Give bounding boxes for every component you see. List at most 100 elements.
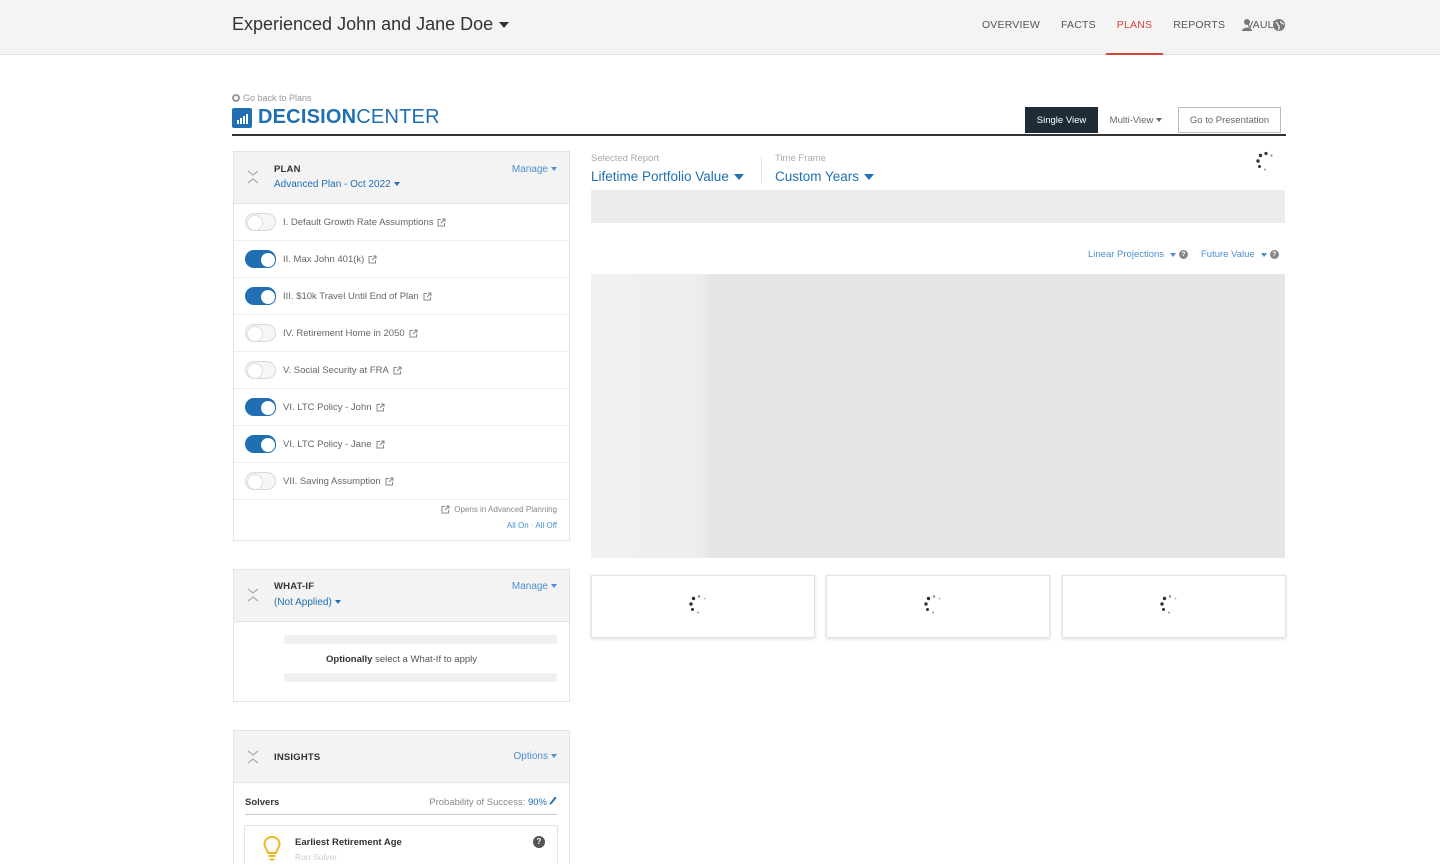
lightbulb-icon	[263, 836, 281, 861]
back-icon	[232, 94, 240, 102]
whatif-hint-rest: select a What-If to apply	[372, 654, 477, 665]
insights-panel-header: INSIGHTS Options	[234, 731, 569, 783]
scenario-link[interactable]: VI. LTC Policy - Jane	[283, 439, 385, 450]
plan-label: PLAN	[274, 164, 301, 175]
whatif-hint: Optionally select a What-If to apply	[234, 654, 569, 665]
go-to-presentation-button[interactable]: Go to Presentation	[1178, 107, 1281, 133]
external-link-icon	[385, 477, 394, 485]
loading-spinner-icon	[1160, 595, 1177, 614]
plan-panel-footer: Opens in Advanced Planning All On · All …	[234, 500, 569, 537]
chart-loading-skeleton	[591, 274, 1285, 558]
help-icon[interactable]: ?	[1269, 250, 1279, 259]
scenario-link[interactable]: II. Max John 401(k)	[283, 254, 377, 265]
nav-reports[interactable]: REPORTS	[1163, 0, 1236, 55]
summary-card	[826, 575, 1050, 638]
scenario-toggle[interactable]	[245, 472, 276, 490]
external-link-icon	[376, 440, 385, 448]
solver-title: Earliest Retirement Age	[295, 837, 402, 848]
collapse-chevron-icon[interactable]	[246, 746, 260, 768]
summary-card	[591, 575, 815, 638]
insights-options-dropdown[interactable]: Options	[514, 751, 557, 762]
scenario-link[interactable]: III. $10k Travel Until End of Plan	[283, 291, 432, 302]
scenario-toggle[interactable]	[245, 435, 276, 453]
scenario-list: I. Default Growth Rate Assumptions II. Ma…	[234, 204, 569, 500]
manage-label: Manage	[511, 581, 548, 592]
multi-view-dropdown[interactable]: Multi-View	[1100, 107, 1172, 133]
scenario-label: V. Social Security at FRA	[283, 364, 389, 376]
whatif-status: (Not Applied)	[274, 597, 332, 608]
all-separator: ·	[530, 521, 534, 530]
back-link-label: Go back to Plans	[243, 93, 312, 103]
scenario-toggle[interactable]	[245, 213, 276, 231]
scenario-toggle[interactable]	[245, 287, 276, 305]
chevron-down-icon	[864, 173, 875, 180]
selected-report-dropdown[interactable]: Lifetime Portfolio Value	[591, 169, 744, 184]
probability-of-success: Probability of Success: 90%	[429, 797, 547, 808]
title-bold: DECISION	[258, 106, 357, 128]
external-link-icon	[437, 218, 446, 226]
chevron-down-icon	[499, 21, 510, 28]
all-on-link[interactable]: All On	[507, 521, 529, 530]
scenario-toggle[interactable]	[245, 250, 276, 268]
scenario-label: III. $10k Travel Until End of Plan	[283, 290, 419, 302]
scenario-link[interactable]: I. Default Growth Rate Assumptions	[283, 217, 446, 228]
globe-icon[interactable]	[1272, 18, 1286, 32]
client-name: Experienced John and Jane Doe	[232, 14, 494, 34]
linear-projections-dropdown[interactable]: Linear Projections ?	[1088, 249, 1189, 260]
whatif-panel: WHAT-IF (Not Applied) Manage Optionally …	[233, 569, 570, 702]
scenario-link[interactable]: VII. Saving Assumption	[283, 476, 394, 487]
client-name-dropdown[interactable]: Experienced John and Jane Doe	[232, 14, 510, 35]
whatif-hint-bold: Optionally	[326, 654, 373, 665]
back-to-plans-link[interactable]: Go back to Plans	[232, 93, 312, 103]
all-off-link[interactable]: All Off	[535, 521, 557, 530]
plan-name-dropdown[interactable]: Advanced Plan - Oct 2022	[274, 179, 400, 190]
user-icon[interactable]	[1240, 18, 1254, 32]
nav-facts[interactable]: FACTS	[1050, 0, 1106, 55]
solver-card-earliest-retirement[interactable]: Earliest Retirement Age Run Solver ?	[244, 825, 558, 864]
summary-card	[1062, 575, 1286, 638]
future-value-dropdown[interactable]: Future Value ?	[1201, 249, 1279, 260]
nav-plans[interactable]: PLANS	[1106, 0, 1164, 55]
collapse-chevron-icon[interactable]	[246, 166, 260, 188]
scenario-toggle[interactable]	[245, 398, 276, 416]
scenario-link[interactable]: VI. LTC Policy - John	[283, 402, 385, 413]
whatif-manage-dropdown[interactable]: Manage	[512, 581, 557, 592]
scenario-toggle[interactable]	[245, 361, 276, 379]
help-icon[interactable]: ?	[533, 836, 545, 848]
external-link-icon	[376, 403, 385, 411]
collapse-chevron-icon[interactable]	[246, 584, 260, 606]
plan-panel: PLAN Advanced Plan - Oct 2022 Manage I. …	[233, 151, 570, 541]
solvers-label: Solvers	[245, 797, 280, 808]
scenario-row: VI. LTC Policy - Jane	[234, 426, 569, 463]
loading-spinner-icon	[689, 595, 706, 614]
plan-manage-dropdown[interactable]: Manage	[512, 164, 557, 175]
whatif-status-dropdown[interactable]: (Not Applied)	[274, 597, 341, 608]
multi-view-label: Multi-View	[1109, 114, 1154, 126]
scenario-row: IV. Retirement Home in 2050	[234, 315, 569, 352]
scenario-link[interactable]: IV. Retirement Home in 2050	[283, 328, 418, 339]
chevron-down-icon	[551, 167, 557, 172]
opens-note-text: Opens in Advanced Planning	[454, 505, 557, 514]
selected-report-value: Lifetime Portfolio Value	[591, 169, 729, 184]
opens-note: Opens in Advanced Planning	[441, 505, 557, 514]
loading-spinner-icon	[1256, 151, 1273, 171]
decision-center-title: DECISIONCENTER	[232, 106, 440, 129]
scenario-label: VI. LTC Policy - John	[283, 401, 372, 413]
nav-overview[interactable]: OVERVIEW	[971, 0, 1050, 55]
scenario-link[interactable]: V. Social Security at FRA	[283, 365, 402, 376]
run-solver-link[interactable]: Run Solver	[295, 852, 337, 862]
edit-pencil-icon[interactable]	[549, 796, 557, 806]
chevron-down-icon	[551, 584, 557, 589]
external-link-icon	[423, 292, 432, 300]
scenario-row: VI. LTC Policy - John	[234, 389, 569, 426]
insights-panel: INSIGHTS Options Solvers Probability of …	[233, 730, 570, 864]
selected-report-label: Selected Report	[591, 153, 660, 164]
scenario-toggle[interactable]	[245, 324, 276, 342]
chevron-down-icon	[393, 182, 400, 187]
chevron-down-icon	[334, 600, 341, 605]
time-frame-dropdown[interactable]: Custom Years	[775, 169, 875, 184]
scenario-row: VII. Saving Assumption	[234, 463, 569, 500]
single-view-button[interactable]: Single View	[1025, 107, 1098, 133]
external-link-icon	[409, 329, 418, 337]
help-icon[interactable]: ?	[1179, 250, 1189, 259]
